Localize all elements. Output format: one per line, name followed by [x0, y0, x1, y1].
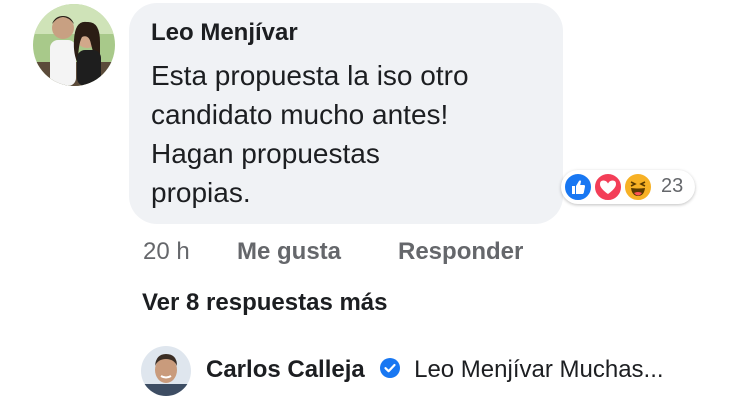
comment-text-line: Esta propuesta la iso otro: [151, 60, 469, 91]
reply-author-name[interactable]: Carlos Calleja: [206, 356, 365, 383]
reply-snippet: Leo Menjívar Muchas...: [414, 356, 664, 383]
comment-text-line: propias.: [151, 177, 251, 208]
reply-preview[interactable]: Carlos Calleja Leo Menjívar Muchas...: [206, 356, 664, 390]
reply-button[interactable]: Responder: [398, 238, 523, 266]
like-button[interactable]: Me gusta: [237, 238, 341, 266]
comment-bubble: Leo Menjívar Esta propuesta la iso otro …: [129, 3, 563, 224]
reply-author-avatar[interactable]: [141, 346, 191, 396]
verified-badge-icon: [379, 357, 401, 379]
like-icon: [563, 172, 593, 202]
comment-timestamp[interactable]: 20 h: [143, 238, 190, 266]
comment-author[interactable]: Leo Menjívar: [151, 19, 298, 47]
commenter-avatar[interactable]: [33, 4, 115, 86]
view-more-replies-link[interactable]: Ver 8 respuestas más: [142, 289, 388, 317]
reaction-count: 23: [661, 175, 684, 197]
comment-text: Esta propuesta la iso otro candidato muc…: [151, 56, 551, 212]
comment-text-line: Hagan propuestas: [151, 138, 380, 169]
comment-text-line: candidato mucho antes!: [151, 99, 449, 130]
love-icon: [593, 172, 623, 202]
reactions-summary[interactable]: 23: [561, 170, 695, 204]
haha-icon: [623, 172, 653, 202]
